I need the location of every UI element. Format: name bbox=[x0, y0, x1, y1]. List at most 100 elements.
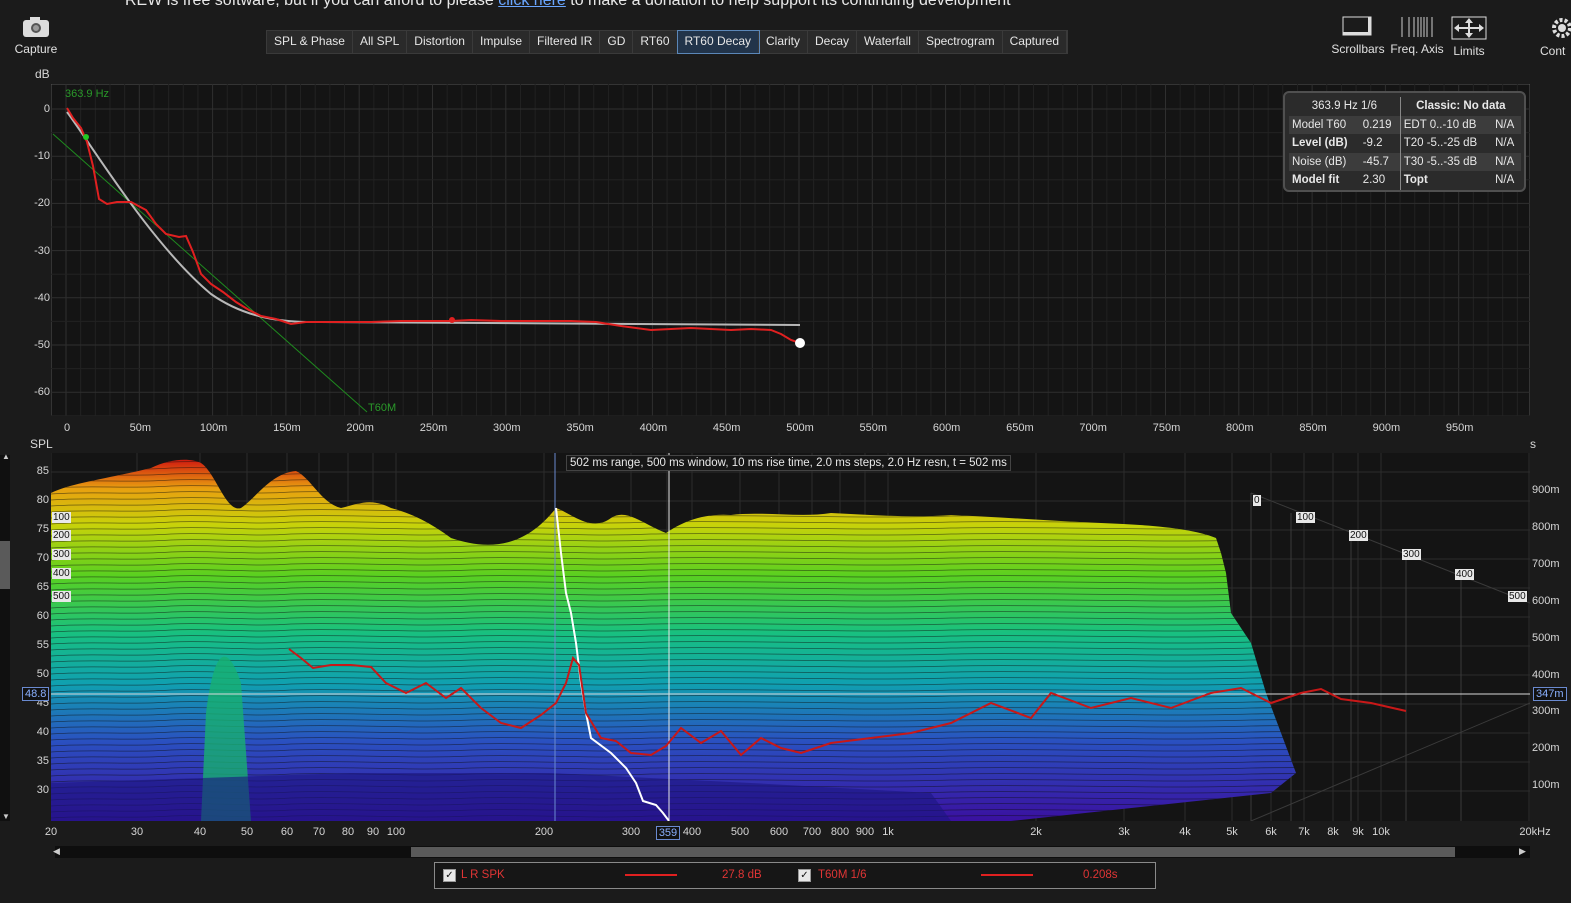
tab-captured[interactable]: Captured bbox=[1003, 31, 1068, 53]
time-cursor-value: 347m bbox=[1533, 687, 1567, 701]
lr-spk-swatch bbox=[625, 874, 677, 876]
camera-icon bbox=[21, 16, 51, 38]
lr-spk-name: L R SPK bbox=[461, 869, 505, 881]
scroll-up-icon[interactable]: ▲ bbox=[2, 452, 10, 461]
t60m-label: T60M bbox=[368, 402, 396, 414]
decay-y-tick: -10 bbox=[34, 150, 50, 163]
decay-y-tick: -50 bbox=[34, 339, 50, 351]
info-label: EDT 0..-10 dB bbox=[1399, 115, 1493, 134]
controls-button[interactable]: Cont bbox=[1540, 16, 1571, 58]
decay-x-tick: 400m bbox=[639, 422, 668, 434]
info-label: Model T60 bbox=[1289, 115, 1360, 134]
tab-rt60[interactable]: RT60 bbox=[633, 31, 678, 53]
noise-marker[interactable] bbox=[449, 317, 455, 323]
banner-text: REW is free software, but if you can aff… bbox=[125, 0, 494, 9]
decay-y-unit: dB bbox=[35, 67, 50, 81]
depth-label-right: 300 bbox=[1402, 549, 1421, 560]
scroll-left-icon[interactable]: ◀ bbox=[53, 846, 60, 857]
decay-x-tick: 600m bbox=[932, 422, 961, 434]
banner-text-2: to make a donation to help support its c… bbox=[570, 0, 1011, 9]
depth-label-right: 200 bbox=[1349, 530, 1368, 541]
decay-x-tick: 500m bbox=[786, 422, 814, 434]
info-value: N/A bbox=[1495, 137, 1515, 150]
waterfall-time-tick: 500m bbox=[1532, 631, 1560, 644]
scroll-right-icon[interactable]: ▶ bbox=[1519, 846, 1526, 857]
decay-y-tick: -30 bbox=[34, 244, 50, 257]
decay-x-tick: 550m bbox=[859, 422, 888, 434]
waterfall-x-tick: 200 bbox=[534, 826, 554, 838]
decay-y-tick: -60 bbox=[34, 386, 50, 399]
capture-button[interactable]: Capture bbox=[12, 16, 60, 56]
donation-link[interactable]: click here bbox=[498, 0, 566, 9]
lr-spk-value: 27.8 dB bbox=[722, 869, 762, 881]
tab-spl-phase[interactable]: SPL & Phase bbox=[267, 31, 353, 53]
tab-filtered-ir[interactable]: Filtered IR bbox=[530, 31, 601, 53]
waterfall-x-tick: 500 bbox=[730, 826, 750, 838]
tab-distortion[interactable]: Distortion bbox=[407, 31, 473, 53]
vertical-scroll-thumb[interactable] bbox=[0, 541, 10, 589]
tab-gd[interactable]: GD bbox=[600, 31, 634, 53]
decay-x-tick: 850m bbox=[1299, 422, 1327, 434]
freq-axis-icon bbox=[1399, 16, 1435, 38]
decay-y-tick: -20 bbox=[34, 197, 50, 210]
donation-banner: REW is free software, but if you can aff… bbox=[125, 0, 1011, 10]
tab-all-spl[interactable]: All SPL bbox=[353, 31, 408, 53]
limits-button[interactable]: Limits bbox=[1448, 16, 1490, 58]
decay-right-unit: s bbox=[1530, 437, 1536, 451]
t60m-name: T60M 1/6 bbox=[818, 869, 867, 881]
info-value: N/A bbox=[1492, 152, 1521, 171]
tab-rt60-decay[interactable]: RT60 Decay bbox=[676, 30, 761, 54]
decay-x-tick: 800m bbox=[1226, 422, 1254, 434]
limits-arrows-icon bbox=[1451, 16, 1487, 40]
decay-x-tick: 700m bbox=[1079, 422, 1107, 434]
info-label: Noise (dB) bbox=[1289, 152, 1360, 171]
horizontal-scroll-thumb[interactable] bbox=[411, 847, 1455, 857]
decay-y-tick: -40 bbox=[34, 291, 50, 304]
tab-clarity[interactable]: Clarity bbox=[759, 31, 809, 53]
info-value: 0.219 bbox=[1359, 115, 1401, 134]
decay-x-tick: 650m bbox=[1006, 422, 1034, 434]
scrollbars-button[interactable]: Scrollbars bbox=[1330, 16, 1386, 56]
decay-x-tick: 450m bbox=[712, 422, 741, 434]
waterfall-x-tick: 50 bbox=[240, 826, 254, 838]
tab-impulse[interactable]: Impulse bbox=[473, 31, 531, 53]
waterfall-x-tick: 20kHz bbox=[1519, 826, 1551, 838]
capture-label: Capture bbox=[14, 42, 58, 56]
lr-spk-checkbox[interactable]: ✓ bbox=[443, 869, 456, 882]
horizontal-scrollbar[interactable] bbox=[55, 846, 1530, 858]
info-classic: Classic: No data bbox=[1399, 97, 1521, 116]
depth-label-left: 200 bbox=[52, 530, 71, 541]
waterfall-time-tick: 800m bbox=[1532, 520, 1560, 533]
info-label: T20 -5..-25 dB bbox=[1399, 134, 1493, 153]
scroll-down-icon[interactable]: ▼ bbox=[2, 812, 10, 821]
spl-cursor-value: 48.8 bbox=[22, 687, 50, 701]
waterfall-x-tick: 300 bbox=[621, 826, 641, 838]
scrollbars-label: Scrollbars bbox=[1331, 42, 1385, 56]
waterfall-time-tick: 600m bbox=[1532, 594, 1560, 607]
info-value: -45.7 bbox=[1359, 152, 1401, 171]
depth-label-left: 100 bbox=[52, 512, 71, 523]
t60m-checkbox[interactable]: ✓ bbox=[798, 869, 811, 882]
depth-label-left: 400 bbox=[52, 568, 71, 579]
decay-x-tick: 900m bbox=[1372, 422, 1401, 434]
depth-label-left: 500 bbox=[52, 591, 71, 602]
end-marker[interactable] bbox=[795, 338, 805, 348]
waterfall-x-tick: 400 bbox=[682, 826, 702, 838]
tab-decay[interactable]: Decay bbox=[808, 31, 858, 53]
waterfall-status: 502 ms range, 500 ms window, 10 ms rise … bbox=[566, 455, 1011, 471]
tab-waterfall[interactable]: Waterfall bbox=[857, 31, 919, 53]
t60m-value: 0.208s bbox=[1083, 869, 1118, 881]
decay-x-tick: 150m bbox=[273, 422, 301, 434]
vertical-scrollbar[interactable] bbox=[0, 455, 10, 821]
waterfall-time-tick: 200m bbox=[1532, 742, 1560, 755]
gear-icon bbox=[1548, 16, 1571, 40]
scrollbars-icon bbox=[1341, 16, 1375, 38]
freq-axis-button[interactable]: Freq. Axis bbox=[1389, 16, 1445, 56]
info-value: N/A bbox=[1495, 174, 1515, 187]
limits-label: Limits bbox=[1453, 44, 1485, 58]
fit-start-marker[interactable] bbox=[83, 134, 89, 140]
waterfall-plot[interactable] bbox=[51, 453, 1530, 821]
info-value: 2.30 bbox=[1362, 174, 1386, 187]
waterfall-y-unit: SPL bbox=[30, 437, 53, 451]
tab-spectrogram[interactable]: Spectrogram bbox=[919, 31, 1003, 53]
